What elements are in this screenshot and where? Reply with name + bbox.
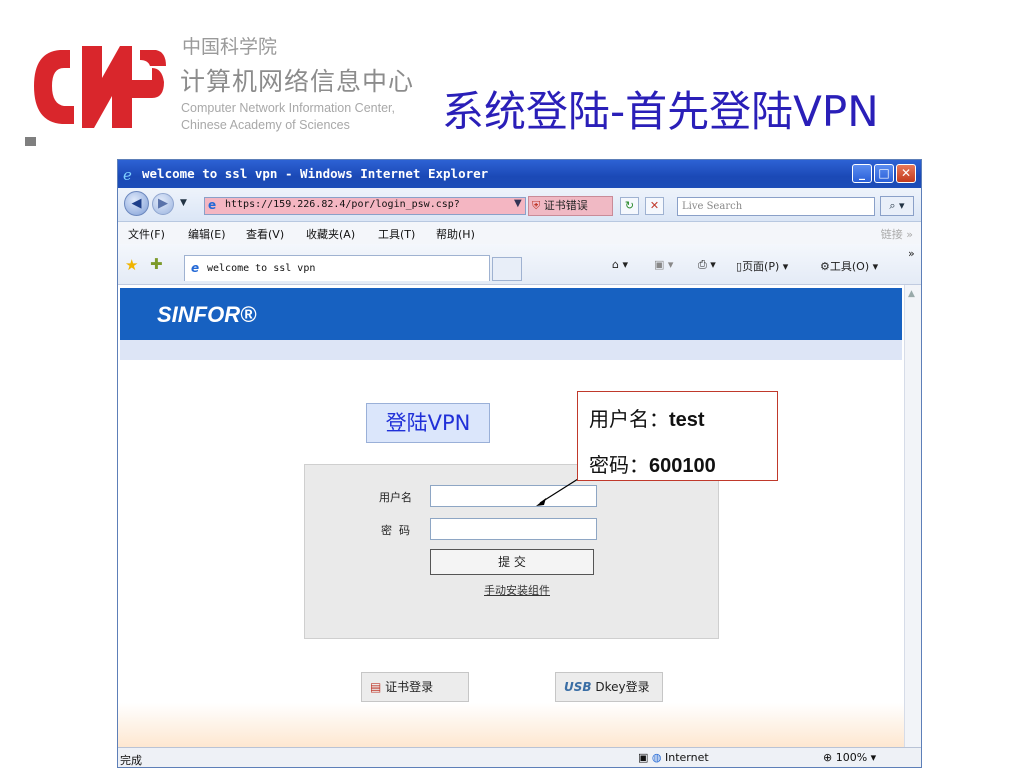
callout-password-prefix: 密码： — [589, 453, 649, 477]
callout-arrow — [536, 478, 579, 506]
callout-username-value: test — [669, 409, 705, 431]
callout-username: 用户名：test — [589, 403, 705, 432]
callout-username-prefix: 用户名： — [589, 407, 669, 431]
callout-password-value: 600100 — [649, 455, 716, 477]
credentials-callout: 用户名：test 密码：600100 — [577, 391, 778, 481]
callout-password: 密码：600100 — [589, 449, 716, 478]
